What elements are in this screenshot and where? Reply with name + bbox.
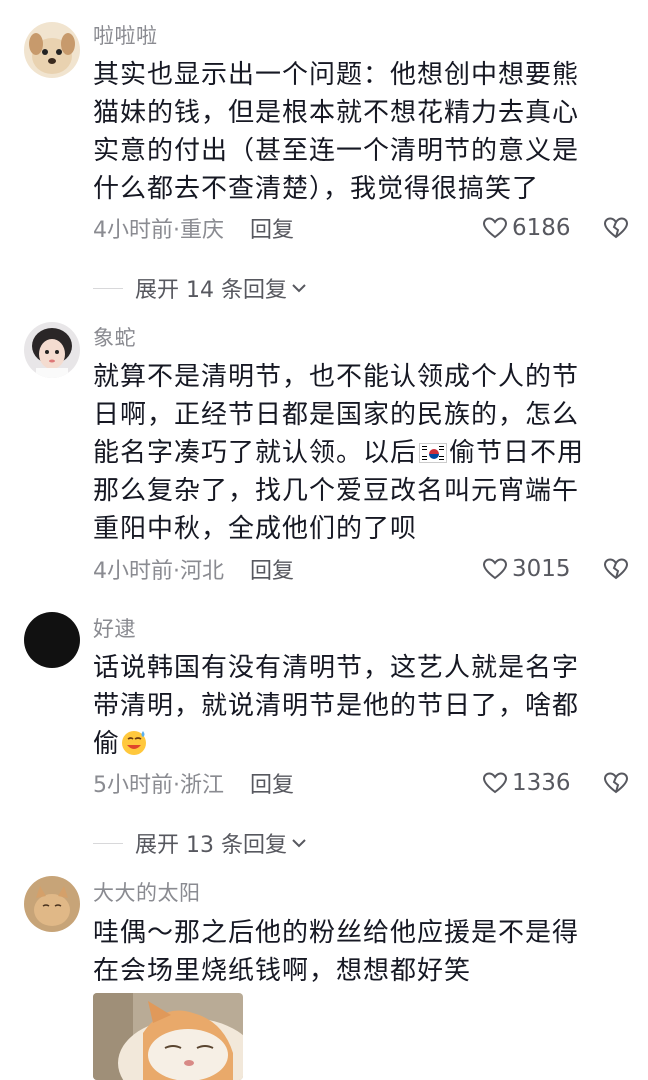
comment-meta: 4小时前·河北 回复 <box>93 553 294 585</box>
avatar[interactable] <box>24 612 80 668</box>
expand-replies-label: 展开 14 条回复 <box>135 278 287 303</box>
username[interactable]: 啦啦啦 <box>93 22 158 50</box>
comment-line: 重阳中秋，全成他们的了呗 <box>93 514 418 544</box>
comment-line: 话说韩国有没有清明节，这艺人就是名字 <box>93 653 580 683</box>
divider <box>93 842 123 844</box>
sweat-smile-emoji-icon <box>122 731 147 755</box>
dislike-button[interactable] <box>603 212 629 244</box>
broken-heart-icon <box>603 558 629 580</box>
dislike-button[interactable] <box>603 767 629 799</box>
comment-line-part: 偷 <box>93 729 121 759</box>
avatar[interactable] <box>24 876 80 932</box>
reply-button[interactable]: 回复 <box>250 212 294 244</box>
comment-line: 日啊，正经节日都是国家的民族的，怎么 <box>93 400 580 430</box>
chevron-down-icon <box>292 284 306 293</box>
comment-text: 话说韩国有没有清明节，这艺人就是名字 带清明，就说清明节是他的节日了，啥都 偷 <box>93 649 623 763</box>
chevron-down-icon <box>292 839 306 848</box>
broken-heart-icon <box>603 217 629 239</box>
comment-meta: 5小时前·浙江 回复 <box>93 767 294 799</box>
dislike-button[interactable] <box>603 553 629 585</box>
like-button[interactable]: 1336 <box>482 767 571 799</box>
comment-line: 哇偶～那之后他的粉丝给他应援是不是得 <box>93 918 580 948</box>
like-button[interactable]: 6186 <box>482 212 571 244</box>
comment-line-part: 能名字凑巧了就认领。以后 <box>93 438 418 468</box>
broken-heart-icon <box>603 772 629 794</box>
comment-line: 带清明，就说清明节是他的节日了，啥都 <box>93 691 580 721</box>
heart-outline-icon <box>482 772 508 794</box>
username[interactable]: 好逮 <box>93 615 136 643</box>
comment-line: 实意的付出（甚至连一个清明节的意义是 <box>93 136 580 166</box>
like-count: 1336 <box>512 770 571 796</box>
reply-button[interactable]: 回复 <box>250 553 294 585</box>
comment-line: 偷 <box>93 725 623 763</box>
expand-replies-button[interactable]: 展开 13 条回复 <box>93 827 307 859</box>
comment-line: 什么都去不查清楚），我觉得很搞笑了 <box>93 174 540 204</box>
comment-line: 能名字凑巧了就认领。以后 偷节日不用 <box>93 434 623 472</box>
comment-image[interactable] <box>93 993 243 1080</box>
heart-outline-icon <box>482 558 508 580</box>
time-location: 5小时前·浙江 <box>93 773 224 798</box>
like-count: 3015 <box>512 556 571 582</box>
comment-text: 其实也显示出一个问题：他想创中想要熊 猫妹的钱，但是根本就不想花精力去真心 实意… <box>93 56 623 208</box>
comment-text: 哇偶～那之后他的粉丝给他应援是不是得 在会场里烧纸钱啊，想想都好笑 <box>93 914 623 990</box>
time-location: 4小时前·河北 <box>93 559 224 584</box>
south-korea-flag-icon <box>419 443 448 463</box>
like-count: 6186 <box>512 215 571 241</box>
heart-outline-icon <box>482 217 508 239</box>
comment-line: 就算不是清明节，也不能认领成个人的节 <box>93 362 580 392</box>
time-location: 4小时前·重庆 <box>93 218 224 243</box>
reply-button[interactable]: 回复 <box>250 767 294 799</box>
avatar[interactable] <box>24 22 80 78</box>
divider <box>93 287 123 289</box>
username[interactable]: 象蛇 <box>93 324 136 352</box>
expand-replies-label: 展开 13 条回复 <box>135 833 287 858</box>
comment-text: 就算不是清明节，也不能认领成个人的节 日啊，正经节日都是国家的民族的，怎么 能名… <box>93 358 623 548</box>
comment-line: 猫妹的钱，但是根本就不想花精力去真心 <box>93 98 580 128</box>
expand-replies-button[interactable]: 展开 14 条回复 <box>93 272 307 304</box>
username[interactable]: 大大的太阳 <box>93 879 201 907</box>
like-button[interactable]: 3015 <box>482 553 571 585</box>
avatar[interactable] <box>24 322 80 378</box>
comment-line-part: 偷节日不用 <box>449 438 585 468</box>
comment-meta: 4小时前·重庆 回复 <box>93 212 294 244</box>
comment-line: 那么复杂了，找几个爱豆改名叫元宵端午 <box>93 476 580 506</box>
comment-line: 在会场里烧纸钱啊，想想都好笑 <box>93 956 472 986</box>
comment-line: 其实也显示出一个问题：他想创中想要熊 <box>93 60 580 90</box>
